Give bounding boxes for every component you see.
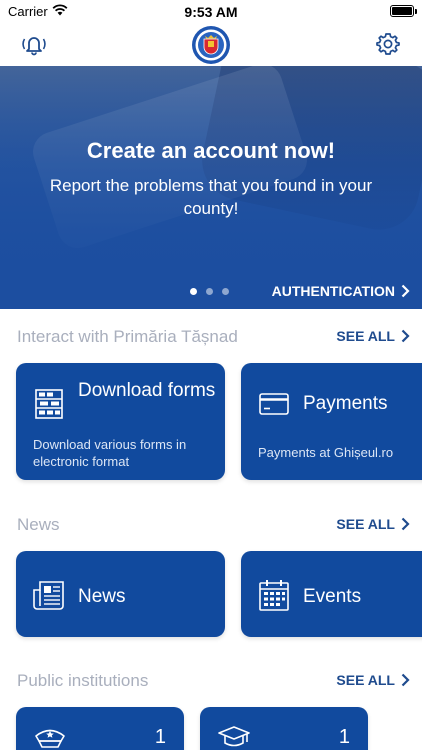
institutions-section-header: Public institutions SEE ALL [0,665,422,695]
section-title: Interact with Primăria Tășnad [17,327,238,346]
see-all-label: SEE ALL [336,672,395,688]
school-institutions-card[interactable]: 1 [200,707,368,750]
page-dot-2[interactable] [206,288,213,295]
hero-title: Create an account now! [86,138,336,163]
card-title: Download forms [78,380,216,401]
clock: 9:53 AM [184,4,238,20]
events-card[interactable]: Events [241,551,422,637]
city-coat-of-arms-logo [192,26,230,64]
police-cap-icon [35,729,65,748]
see-all-label: SEE ALL [336,516,395,532]
chevron-right-icon [401,673,410,687]
card-title: Events [303,586,362,607]
see-all-link[interactable]: SEE ALL [336,516,410,532]
police-institutions-card[interactable]: 1 [16,707,184,750]
forms-icon [35,389,63,419]
card-title: News [78,586,126,607]
status-bar: Carrier 9:53 AM [0,0,422,24]
authentication-label: AUTHENTICATION [271,283,395,299]
institution-count: 1 [338,726,350,748]
battery-tip [415,9,417,14]
hero-subtitle: Report the problems that you found in yo… [49,176,373,218]
card-title: Payments [303,393,388,414]
hero-banner[interactable]: Create an account now! Report the proble… [0,66,422,309]
calendar-icon [259,580,289,611]
news-card[interactable]: News [16,551,225,637]
page-indicator[interactable] [190,288,229,295]
notification-bell-icon[interactable] [20,30,48,58]
credit-card-icon [259,393,289,415]
chevron-right-icon [401,329,410,343]
nav-bar [0,24,422,66]
chevron-right-icon [401,517,410,531]
see-all-link[interactable]: SEE ALL [336,672,410,688]
graduation-cap-icon [218,726,250,747]
page-dot-3[interactable] [222,288,229,295]
download-forms-card[interactable]: Download forms Download various forms in… [16,363,225,480]
news-section-header: News SEE ALL [0,509,422,539]
interact-section-header: Interact with Primăria Tășnad SEE ALL [0,321,422,351]
section-title: Public institutions [17,671,149,690]
see-all-link[interactable]: SEE ALL [336,328,410,344]
section-title: News [17,515,60,534]
authentication-link[interactable]: AUTHENTICATION [272,283,410,299]
card-description: Download various forms in electronic for… [33,437,187,469]
settings-gear-icon[interactable] [374,30,402,58]
newspaper-icon [33,581,64,610]
page-dot-1[interactable] [190,288,197,295]
chevron-right-icon [401,284,410,298]
institution-count: 1 [154,726,166,748]
payments-card[interactable]: Payments Payments at Ghișeul.ro [241,363,422,480]
card-description: Payments at Ghișeul.ro [258,445,394,460]
see-all-label: SEE ALL [336,328,395,344]
battery-icon [390,5,414,17]
